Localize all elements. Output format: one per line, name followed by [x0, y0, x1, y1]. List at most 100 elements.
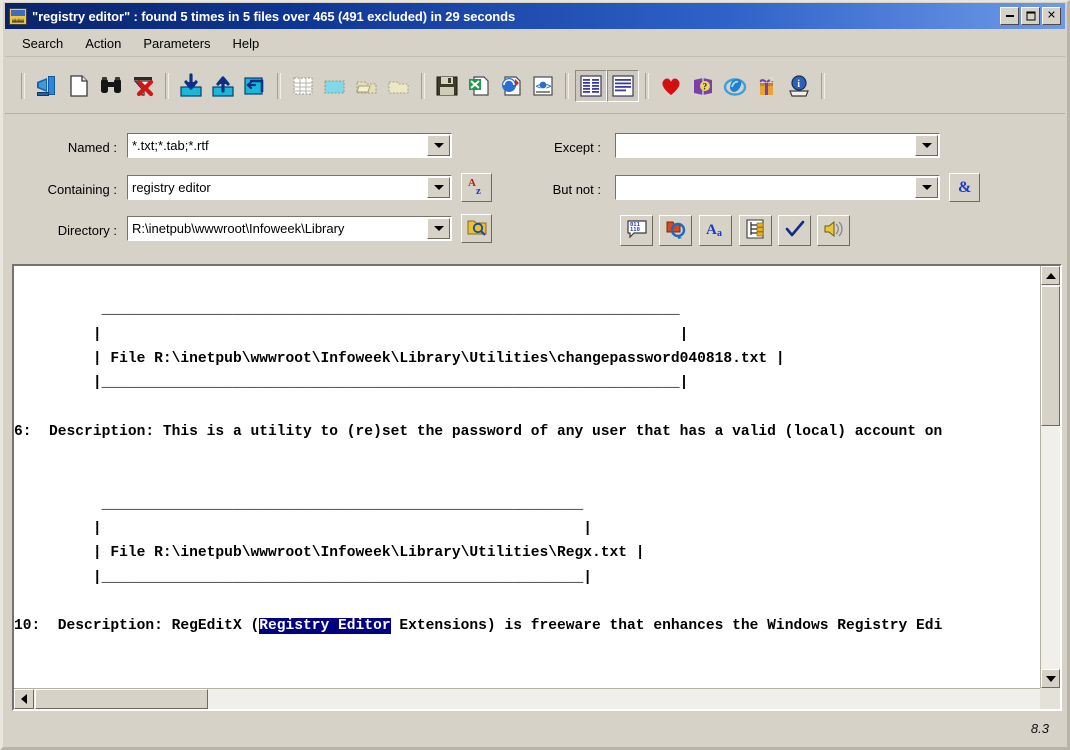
- named-combobox[interactable]: *.txt;*.tab;*.rtf: [127, 133, 452, 158]
- scrollbar-corner: [1040, 688, 1060, 709]
- new-search-button[interactable]: [31, 70, 63, 102]
- chevron-down-icon: [921, 143, 932, 148]
- maximize-icon: [1026, 11, 1035, 21]
- export-button[interactable]: [207, 70, 239, 102]
- results-text-area[interactable]: ________________________________________…: [14, 266, 1042, 688]
- single-column-layout-button[interactable]: [607, 69, 639, 102]
- svg-text:?: ?: [703, 81, 708, 91]
- menu-item-action[interactable]: Action: [74, 33, 132, 54]
- named-input[interactable]: *.txt;*.tab;*.rtf: [128, 138, 427, 153]
- open-folder-button[interactable]: [351, 70, 383, 102]
- menu-item-parameters[interactable]: Parameters: [132, 33, 221, 54]
- favorites-button[interactable]: [655, 70, 687, 102]
- two-column-layout-button[interactable]: [575, 69, 607, 102]
- open-criteria-button[interactable]: [239, 70, 271, 102]
- scroll-down-button[interactable]: [1041, 669, 1060, 688]
- toolbar-separator: [21, 72, 25, 99]
- binary-search-option-button[interactable]: 011 110: [620, 215, 653, 246]
- import-button[interactable]: [175, 70, 207, 102]
- containing-input[interactable]: registry editor: [128, 180, 427, 195]
- svg-text:A: A: [706, 222, 717, 238]
- butnot-dropdown-button[interactable]: [915, 177, 938, 198]
- export-excel-button[interactable]: [463, 70, 495, 102]
- download-import-icon: [178, 72, 204, 99]
- about-info-icon: i: [786, 73, 812, 99]
- sound-alert-option-button[interactable]: [817, 215, 850, 246]
- toolbar-separator: [165, 72, 169, 99]
- upload-export-icon: [210, 73, 236, 99]
- directory-dropdown-button[interactable]: [427, 218, 450, 239]
- title-bar[interactable]: "registry editor" : found 5 times in 5 f…: [5, 3, 1065, 29]
- browse-directory-button[interactable]: [461, 214, 492, 243]
- find-button[interactable]: [95, 70, 127, 102]
- send-mail-icon: [498, 73, 524, 99]
- directory-label: Directory :: [57, 223, 117, 238]
- containing-combobox[interactable]: registry editor: [127, 175, 452, 200]
- new-document-button[interactable]: [63, 70, 95, 102]
- about-button[interactable]: i: [783, 70, 815, 102]
- tree-filter-option-button[interactable]: [739, 215, 772, 246]
- subfolders-option-button[interactable]: [659, 215, 692, 246]
- save-disk-icon: [434, 73, 460, 99]
- menu-item-help[interactable]: Help: [222, 33, 271, 54]
- single-column-layout-icon: [612, 74, 634, 97]
- view-source-button[interactable]: < >: [527, 70, 559, 102]
- send-mail-button[interactable]: [495, 70, 527, 102]
- folder-blue-button[interactable]: [319, 70, 351, 102]
- horizontal-scroll-thumb[interactable]: [35, 689, 208, 709]
- subfolders-icon: [665, 218, 687, 243]
- results-vertical-scrollbar[interactable]: [1040, 266, 1060, 688]
- boolean-and-button[interactable]: &: [949, 173, 980, 202]
- window-title: "registry editor" : found 5 times in 5 f…: [32, 8, 516, 24]
- export-excel-icon: [466, 73, 492, 99]
- open-browser-button[interactable]: [719, 70, 751, 102]
- named-dropdown-button[interactable]: [427, 135, 450, 156]
- results-horizontal-scrollbar[interactable]: [14, 688, 1042, 709]
- except-dropdown-button[interactable]: [915, 135, 938, 156]
- svg-text:a: a: [717, 228, 722, 239]
- svg-text:i: i: [797, 79, 800, 90]
- svg-text:z: z: [476, 185, 481, 197]
- except-combobox[interactable]: [615, 133, 940, 158]
- match-case-option-button[interactable]: A a: [699, 215, 732, 246]
- containing-dropdown-button[interactable]: [427, 177, 450, 198]
- stop-search-button[interactable]: [127, 70, 159, 102]
- scroll-up-button[interactable]: [1041, 266, 1060, 285]
- scroll-left-button[interactable]: [14, 689, 34, 709]
- status-bar: 8.3: [5, 711, 1065, 745]
- minimize-button[interactable]: [1000, 7, 1019, 25]
- binoculars-find-icon: [98, 73, 124, 99]
- register-button[interactable]: [751, 70, 783, 102]
- status-value: 8.3: [1030, 721, 1049, 736]
- new-document-icon: [66, 73, 92, 99]
- view-source-icon: < >: [530, 73, 556, 99]
- toolbar: < > ? i: [5, 58, 1065, 114]
- two-column-layout-icon: [580, 74, 602, 97]
- toolbar-separator: [821, 72, 825, 99]
- svg-text:A: A: [468, 177, 476, 189]
- help-topics-button[interactable]: ?: [687, 70, 719, 102]
- directory-input[interactable]: R:\inetpub\wwwroot\Infoweek\Library: [128, 221, 427, 236]
- svg-text:>: >: [546, 82, 552, 92]
- chevron-down-icon: [921, 185, 932, 190]
- vertical-scroll-thumb[interactable]: [1041, 286, 1060, 426]
- svg-text:110: 110: [630, 227, 640, 233]
- save-button[interactable]: [431, 70, 463, 102]
- match-case-icon: A a: [705, 218, 727, 243]
- sort-az-button[interactable]: A z: [461, 173, 492, 202]
- binary-search-icon: 011 110: [626, 218, 648, 243]
- folder-open-icon: [354, 73, 380, 99]
- maximize-button[interactable]: [1021, 7, 1040, 25]
- chevron-down-icon: [1045, 675, 1056, 682]
- named-label: Named :: [67, 140, 117, 155]
- close-folder-button[interactable]: [383, 70, 415, 102]
- directory-combobox[interactable]: R:\inetpub\wwwroot\Infoweek\Library: [127, 216, 452, 241]
- grid-view-button[interactable]: [287, 70, 319, 102]
- validate-option-button[interactable]: [778, 215, 811, 246]
- menu-item-search[interactable]: Search: [11, 33, 74, 54]
- toolbar-separator: [565, 72, 569, 99]
- butnot-combobox[interactable]: [615, 175, 940, 200]
- app-icon: [9, 7, 27, 25]
- window-controls: ✕: [1000, 7, 1063, 25]
- close-button[interactable]: ✕: [1042, 7, 1061, 25]
